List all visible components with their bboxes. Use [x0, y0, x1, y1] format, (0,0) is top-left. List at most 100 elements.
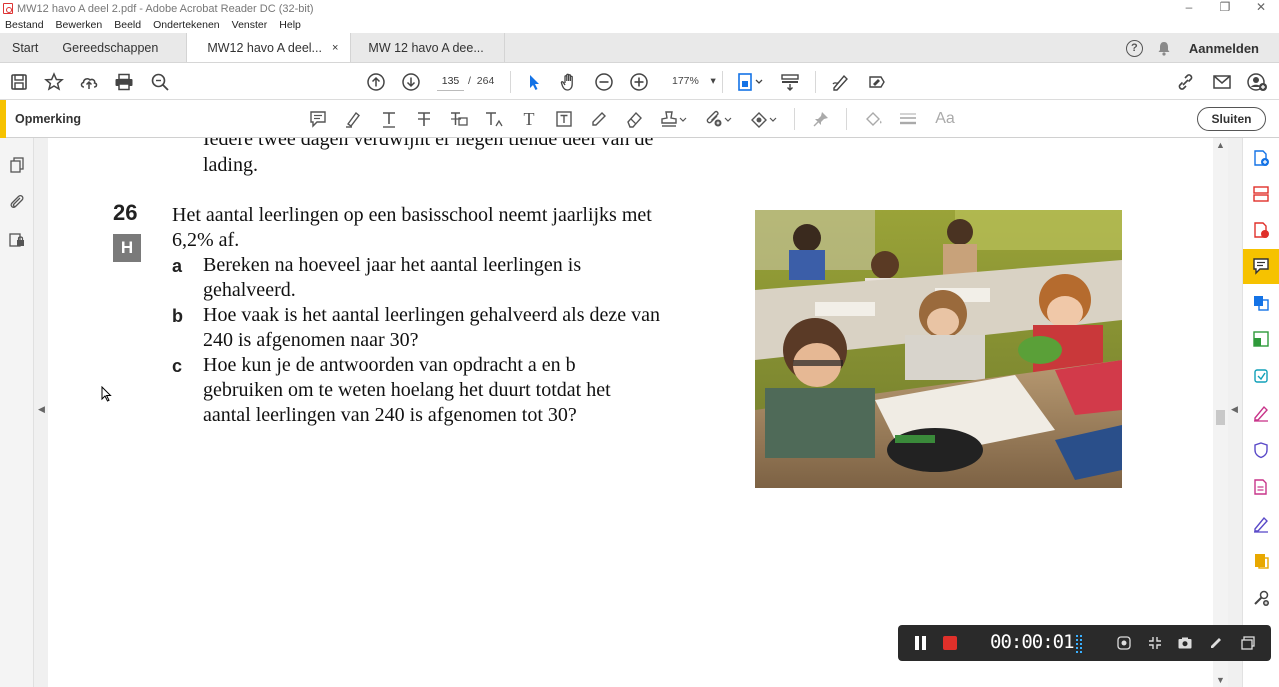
- save-icon[interactable]: [8, 71, 30, 93]
- exercise-intro-line-2: 6,2% af.: [172, 229, 240, 251]
- edit-pdf-icon[interactable]: [1251, 329, 1271, 349]
- zoom-in-icon[interactable]: [628, 71, 650, 93]
- search-zoom-icon[interactable]: [149, 71, 171, 93]
- print-icon[interactable]: [113, 71, 135, 93]
- create-pdf-icon[interactable]: [1251, 148, 1271, 168]
- question-b-label: b: [172, 306, 183, 326]
- zoom-level-value: 177%: [672, 75, 699, 87]
- screenshot-camera-icon[interactable]: [1175, 633, 1195, 653]
- title-bar: MW12 havo A deel 2.pdf - Adobe Acrobat R…: [0, 0, 1279, 17]
- minimize-button[interactable]: –: [1171, 0, 1207, 17]
- more-tools-doc-icon[interactable]: [1251, 551, 1271, 571]
- fill-and-sign-icon[interactable]: [1251, 403, 1271, 423]
- menu-bewerken[interactable]: Bewerken: [56, 19, 103, 31]
- share-sign-icon[interactable]: [866, 71, 888, 93]
- vertical-scrollbar[interactable]: ▲ ▼: [1213, 138, 1228, 687]
- eraser-icon[interactable]: [623, 109, 645, 129]
- close-tab-icon[interactable]: ×: [332, 42, 338, 54]
- left-navigation-rail: [0, 138, 34, 687]
- comment-toolbar-title: Opmerking: [15, 112, 81, 126]
- menu-bestand[interactable]: Bestand: [5, 19, 44, 31]
- sticky-note-icon[interactable]: [307, 109, 329, 129]
- pencil-draw-icon[interactable]: [588, 109, 610, 129]
- organize-pages-icon[interactable]: [1251, 184, 1271, 204]
- tab-tools-label: Gereedschappen: [62, 40, 159, 55]
- attach-file-icon[interactable]: [705, 109, 733, 129]
- insert-text-icon[interactable]: [483, 109, 505, 129]
- shapes-icon[interactable]: [750, 109, 778, 129]
- scroll-down-icon[interactable]: ▼: [1216, 675, 1225, 685]
- webcam-icon[interactable]: [1114, 633, 1134, 653]
- screen-recorder-bar: 00:00:01: [898, 625, 1271, 661]
- help-icon[interactable]: ?: [1125, 39, 1143, 57]
- add-text-icon[interactable]: T: [518, 109, 540, 129]
- menu-ondertekenen[interactable]: Ondertekenen: [153, 19, 220, 31]
- left-panel-collapse-icon[interactable]: ◀: [38, 404, 45, 415]
- replace-text-icon[interactable]: [448, 109, 470, 129]
- previous-page-icon[interactable]: [365, 71, 387, 93]
- add-user-icon[interactable]: [1246, 71, 1268, 93]
- right-panel-collapse-icon[interactable]: ◀: [1231, 404, 1238, 415]
- bookmark-star-icon[interactable]: [43, 71, 65, 93]
- attachment-paperclip-icon[interactable]: [7, 192, 27, 212]
- annotate-pen-icon[interactable]: [1206, 633, 1226, 653]
- tab-document-1-label: MW12 havo A deel...: [207, 40, 322, 55]
- page-number-input[interactable]: 135: [437, 72, 464, 91]
- window-mode-icon[interactable]: [1238, 633, 1258, 653]
- comment-tool-icon[interactable]: [1251, 256, 1271, 276]
- email-icon[interactable]: [1211, 71, 1233, 93]
- tab-tools[interactable]: Gereedschappen: [50, 33, 186, 62]
- menu-bar: Bestand Bewerken Beeld Ondertekenen Vens…: [0, 17, 1279, 33]
- text-box-icon[interactable]: [553, 109, 575, 129]
- sign-in-button[interactable]: Aanmelden: [1189, 41, 1259, 56]
- protect-shield-icon[interactable]: [1251, 440, 1271, 460]
- hand-tool-icon[interactable]: [558, 71, 580, 93]
- menu-beeld[interactable]: Beeld: [114, 19, 141, 31]
- cloud-upload-icon[interactable]: [78, 71, 100, 93]
- close-comment-button[interactable]: Sluiten: [1197, 107, 1266, 131]
- link-share-icon[interactable]: [1175, 71, 1197, 93]
- scroll-up-icon[interactable]: ▲: [1216, 140, 1225, 150]
- line-width-icon[interactable]: [897, 109, 919, 129]
- prepare-form-icon[interactable]: [1251, 477, 1271, 497]
- restore-button[interactable]: ❐: [1207, 0, 1243, 17]
- export-pdf-icon[interactable]: [1251, 220, 1271, 240]
- notification-bell-icon[interactable]: [1157, 41, 1171, 56]
- zoom-level-dropdown[interactable]: 177% ▾: [672, 75, 716, 87]
- send-for-signature-icon[interactable]: [1251, 514, 1271, 534]
- fit-page-icon[interactable]: [735, 71, 765, 93]
- menu-help[interactable]: Help: [279, 19, 301, 31]
- fill-color-icon[interactable]: [862, 109, 884, 129]
- tab-document-2[interactable]: MW 12 havo A dee...: [351, 33, 505, 62]
- mouse-cursor-icon: [101, 385, 112, 407]
- combine-files-icon[interactable]: [1251, 293, 1271, 313]
- highlight-icon[interactable]: [342, 109, 364, 129]
- next-page-icon[interactable]: [400, 71, 422, 93]
- underline-text-icon[interactable]: [378, 109, 400, 129]
- page-thumbnails-icon[interactable]: [7, 155, 27, 175]
- scroll-mode-icon[interactable]: [779, 71, 801, 93]
- tools-settings-icon[interactable]: [1251, 588, 1271, 608]
- pause-recording-icon[interactable]: [915, 636, 927, 650]
- shrink-screen-icon[interactable]: [1145, 633, 1165, 653]
- question-a-label: a: [172, 256, 183, 276]
- font-size-icon[interactable]: Aa: [932, 109, 958, 129]
- scan-ocr-icon[interactable]: [1251, 366, 1271, 386]
- stamp-icon[interactable]: [660, 109, 688, 129]
- recording-timer: 00:00:01: [990, 631, 1075, 653]
- tab-start[interactable]: Start: [0, 33, 50, 62]
- pin-icon[interactable]: [810, 109, 832, 129]
- protected-document-icon[interactable]: [7, 230, 27, 250]
- close-window-button[interactable]: ✕: [1243, 0, 1279, 17]
- strikethrough-icon[interactable]: [413, 109, 435, 129]
- menu-venster[interactable]: Venster: [232, 19, 268, 31]
- tab-document-1[interactable]: MW12 havo A deel... ×: [186, 33, 352, 62]
- acrobat-app-icon: [3, 3, 13, 14]
- scroll-thumb[interactable]: [1216, 410, 1225, 425]
- question-c-line-2: gebruiken om te weten hoelang het duurt …: [203, 379, 611, 401]
- select-cursor-icon[interactable]: [523, 71, 545, 93]
- fill-sign-icon[interactable]: [830, 71, 852, 93]
- stop-recording-icon[interactable]: [943, 636, 957, 650]
- right-tools-rail: [1242, 138, 1279, 687]
- zoom-out-icon[interactable]: [593, 71, 615, 93]
